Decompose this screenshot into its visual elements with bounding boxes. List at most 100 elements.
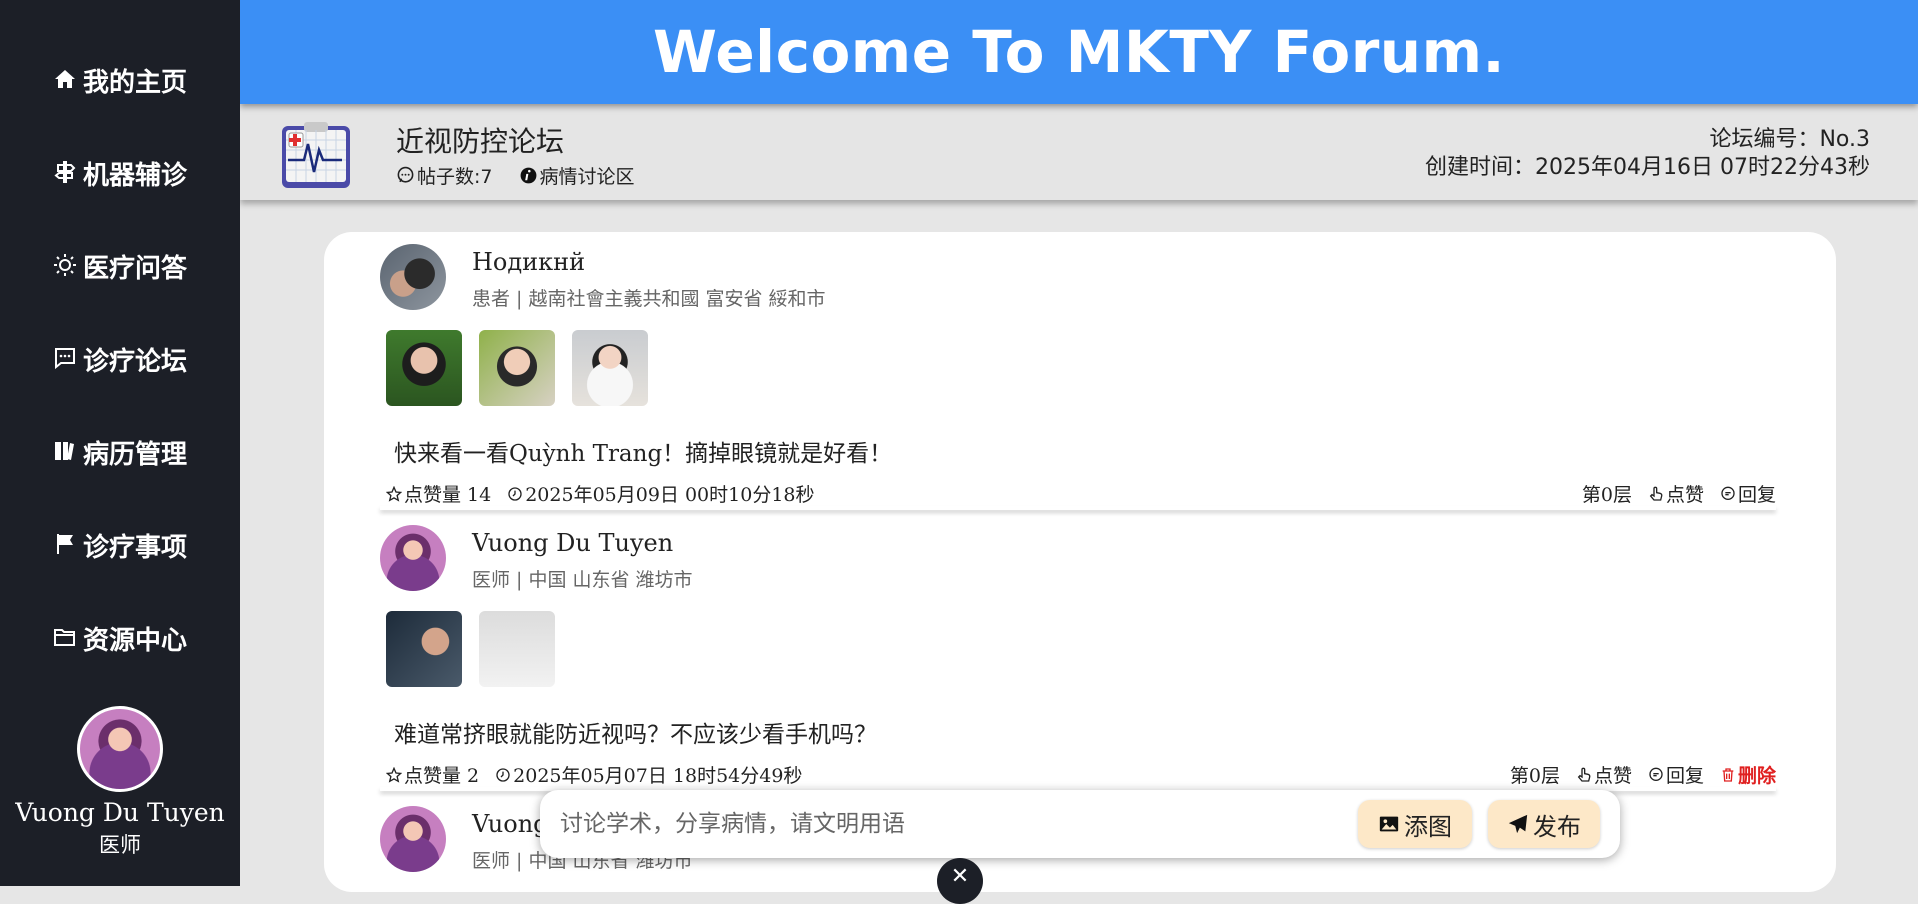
post: Vuong Du Tuyen 医师 | 中国 山东省 潍坊市 难道常挤眼就能防近… (380, 525, 1776, 793)
like-count: 点赞量 14 (386, 480, 491, 507)
post-images (386, 611, 555, 687)
chat-icon (397, 166, 414, 183)
welcome-banner: Welcome To MKTY Forum. (240, 0, 1918, 104)
clock-icon (496, 767, 510, 782)
avatar[interactable] (77, 706, 163, 792)
clock-icon (508, 486, 522, 501)
post: Нодикнй 患者 | 越南社會主義共和國 富安省 綏和市 快来看一看Quỳn… (380, 244, 1776, 512)
post-image[interactable] (479, 611, 555, 687)
post-image[interactable] (572, 330, 648, 406)
post-time-text: 2025年05月07日 18时54分49秒 (513, 765, 803, 787)
sidebar-item-label: 资源中心 (82, 625, 187, 656)
user-role: 医师 (99, 833, 141, 857)
sun-icon (53, 253, 77, 279)
sidebar-item-home[interactable]: 我的主页 (0, 54, 240, 106)
trash-icon (1722, 767, 1734, 782)
floor-label: 第0层 (1509, 765, 1560, 787)
info-icon (520, 167, 536, 184)
chat-icon (1721, 486, 1735, 500)
post-footer: 点赞量 14 2025年05月09日 00时10分18秒 第0层 点赞 回复 (386, 480, 1776, 507)
star-icon (386, 766, 402, 783)
avatar[interactable] (380, 525, 446, 591)
publish-label: 发布 (1533, 812, 1581, 841)
post-time-text: 2025年05月09日 00时10分18秒 (525, 484, 815, 506)
folder-icon (53, 625, 77, 651)
post-count-text: 帖子数:7 (417, 166, 493, 188)
post-divider (380, 506, 1776, 510)
floor-label: 第0层 (1581, 484, 1632, 506)
post-time: 2025年05月09日 00时10分18秒 (507, 480, 815, 507)
publish-button[interactable]: 发布 (1488, 800, 1600, 848)
flag-icon (53, 532, 77, 558)
sidebar: 我的主页 机器辅诊 医疗问答 诊疗论坛 病历管理 诊疗事项 资源中心 Vuong… (0, 0, 240, 886)
book-icon (53, 439, 77, 465)
forum-meta: 帖子数:7 病情讨论区 (396, 162, 635, 189)
like-button[interactable]: 点赞 (1576, 761, 1632, 788)
delete-button[interactable]: 删除 (1720, 761, 1776, 788)
reply-button-label: 回复 (1737, 484, 1776, 506)
reply-button[interactable]: 回复 (1720, 480, 1776, 507)
forum-created-time: 创建时间：2025年04月16日 07时22分43秒 (1425, 155, 1870, 180)
post-image[interactable] (386, 611, 462, 687)
sidebar-item-label: 医疗问答 (82, 253, 187, 284)
post-image[interactable] (386, 330, 462, 406)
avatar[interactable] (380, 244, 446, 310)
close-composer-button[interactable]: ✕ (937, 858, 983, 904)
reply-button-label: 回复 (1665, 765, 1704, 787)
post-image[interactable] (479, 330, 555, 406)
post-time: 2025年05月07日 18时54分49秒 (495, 761, 802, 788)
forum-number: 论坛编号：No.3 (1709, 127, 1870, 152)
forum-category-text: 病情讨论区 (539, 166, 635, 188)
post-count: 帖子数:7 (396, 162, 493, 189)
like-count-text: 点赞量 14 (404, 484, 492, 506)
sidebar-item-records[interactable]: 病历管理 (0, 426, 240, 478)
post-input[interactable] (558, 810, 1342, 838)
add-image-button[interactable]: 添图 (1358, 800, 1472, 848)
chat-icon (1649, 767, 1663, 781)
sidebar-item-medical-qa[interactable]: 医疗问答 (0, 240, 240, 292)
forum-info: 论坛编号：No.3 创建时间：2025年04月16日 07时22分43秒 (1425, 126, 1870, 182)
home-icon (53, 67, 77, 93)
sidebar-item-label: 病历管理 (82, 439, 187, 470)
user-name: Vuong Du Tuyen (15, 798, 225, 827)
delete-button-label: 删除 (1737, 765, 1776, 787)
chat-icon (53, 346, 77, 372)
image-icon (1379, 816, 1399, 832)
post-author-info: 患者 | 越南社會主義共和國 富安省 綏和市 (472, 288, 826, 310)
sidebar-item-resources[interactable]: 资源中心 (0, 612, 240, 664)
post-images (386, 330, 648, 406)
star-icon (386, 485, 402, 502)
reply-button[interactable]: 回复 (1648, 761, 1704, 788)
close-icon: ✕ (950, 864, 970, 889)
user-profile[interactable]: Vuong Du Tuyen 医师 (0, 706, 240, 859)
like-button[interactable]: 点赞 (1648, 480, 1704, 507)
sidebar-item-forum[interactable]: 诊疗论坛 (0, 333, 240, 385)
post-author-info: 医师 | 中国 山东省 潍坊市 (472, 569, 693, 591)
add-image-label: 添图 (1404, 812, 1452, 841)
post-footer: 点赞量 2 2025年05月07日 18时54分49秒 第0层 点赞 回复 删除 (386, 761, 1776, 788)
signpost-icon (53, 160, 77, 186)
sidebar-item-machine-diagnosis[interactable]: 机器辅诊 (0, 147, 240, 199)
avatar[interactable] (380, 806, 446, 872)
sidebar-item-matters[interactable]: 诊疗事项 (0, 519, 240, 571)
forum-header: 近视防控论坛 帖子数:7 病情讨论区 论坛编号：No.3 创建时间：2025年0… (240, 106, 1918, 200)
like-button-label: 点赞 (1665, 484, 1704, 506)
sidebar-item-label: 诊疗事项 (82, 532, 187, 563)
post-content: 快来看一看Quỳnh Trang！摘掉眼镜就是好看！ (394, 441, 893, 467)
sidebar-item-label: 我的主页 (82, 67, 187, 98)
post-author[interactable]: Vuong Du Tuyen (472, 529, 673, 557)
like-count: 点赞量 2 (386, 761, 479, 788)
forum-logo (278, 116, 354, 192)
post-composer: 添图 发布 (540, 790, 1620, 858)
hand-pointer-icon (1577, 767, 1591, 782)
send-icon (1508, 814, 1528, 834)
sidebar-item-label: 诊疗论坛 (82, 346, 187, 377)
post-content: 难道常挤眼就能防近视吗？不应该少看手机吗？ (394, 722, 877, 748)
forum-title: 近视防控论坛 (396, 125, 565, 158)
hand-pointer-icon (1649, 486, 1663, 501)
sidebar-item-label: 机器辅诊 (82, 160, 187, 191)
like-button-label: 点赞 (1593, 765, 1632, 787)
post-author[interactable]: Нодикнй (472, 248, 585, 276)
like-count-text: 点赞量 2 (404, 765, 480, 787)
forum-category: 病情讨论区 (519, 162, 635, 189)
